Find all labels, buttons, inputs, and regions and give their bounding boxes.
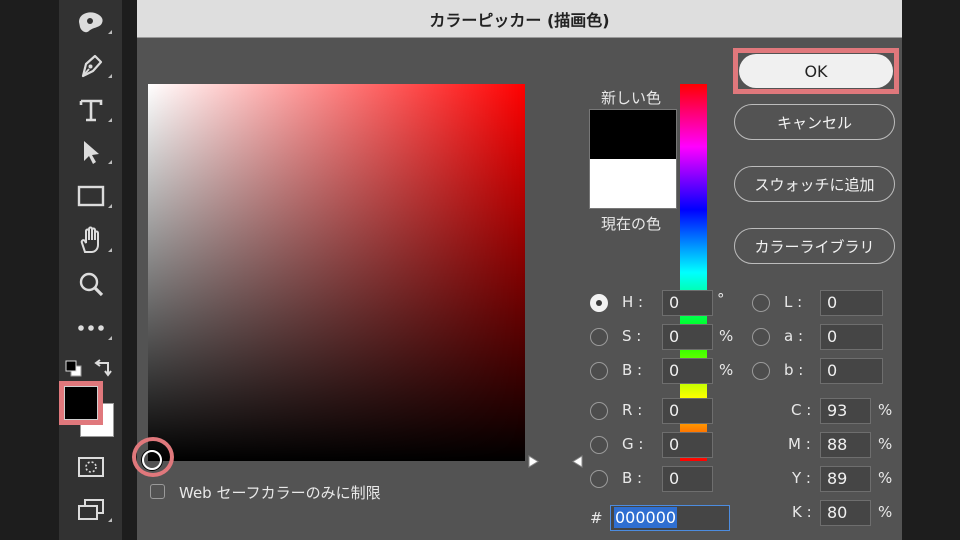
web-safe-checkbox[interactable] [150,484,165,499]
magenta-input[interactable]: 88 [820,432,871,458]
current-color-preview[interactable] [589,159,677,209]
label-brightness: B : [622,361,643,379]
cancel-button-label: キャンセル [776,113,852,132]
label-red: R : [622,401,643,419]
ok-button-label: OK [804,61,828,81]
unit-magenta: % [878,435,893,453]
dialog-titlebar: カラーピッカー (描画色) [137,0,902,38]
new-color-label: 新しい色 [601,89,662,107]
default-colors-icon [65,360,82,377]
hand-icon [80,226,99,253]
cursor-highlight [132,437,174,477]
radio-saturation[interactable] [590,328,608,346]
lightness-input[interactable]: 0 [820,290,883,316]
pen-icon [81,54,102,78]
color-picker-dialog: カラーピッカー (描画色) 新しい色 現在の色 OK キャンセル スウォッチに追… [132,0,902,540]
color-libraries-button[interactable]: カラーライブラリ [734,228,895,264]
zoom-icon [79,272,103,297]
tools-panel [59,0,122,540]
unit-hue: ° [717,290,725,308]
unit-yellow: % [878,469,893,487]
smudge-tool[interactable] [59,2,122,42]
a-input[interactable]: 0 [820,324,883,350]
quick-mask-icon [77,457,104,477]
hex-label: # [590,509,603,527]
hex-input[interactable]: 000000 [610,505,730,531]
quick-mask-button[interactable] [59,447,122,487]
unit-cyan: % [878,401,893,419]
yellow-input[interactable]: 89 [820,466,871,492]
foreground-color-swatch[interactable] [64,386,98,420]
hue-input[interactable]: 0 [662,290,713,316]
radio-a[interactable] [752,328,770,346]
label-black: K : [792,503,812,521]
label-magenta: M : [788,435,811,453]
color-libraries-label: カラーライブラリ [754,237,875,256]
dialog-title: カラーピッカー (描画色) [429,10,610,30]
path-selection-icon [83,141,99,164]
radio-hue[interactable] [590,294,608,312]
radio-brightness[interactable] [590,362,608,380]
radio-blue[interactable] [590,470,608,488]
radio-red[interactable] [590,402,608,420]
rectangle-icon [77,185,104,207]
cancel-button[interactable]: キャンセル [734,104,895,140]
default-colors-button[interactable] [65,360,83,378]
swap-arrows-icon [94,359,112,377]
hue-slider-left-handle[interactable] [526,455,540,468]
unit-black: % [878,503,893,521]
hue-slider-right-handle[interactable] [571,455,585,468]
label-hue: H : [622,293,644,311]
more-icon [77,325,104,331]
label-green: G : [622,435,644,453]
screen-mode-button[interactable] [59,490,122,530]
smudge-icon [78,12,103,33]
swap-colors-button[interactable] [93,359,113,379]
radio-b[interactable] [752,362,770,380]
add-to-swatches-button[interactable]: スウォッチに追加 [734,166,895,202]
unit-saturation: % [719,327,734,345]
new-color-preview [589,109,677,159]
green-input[interactable]: 0 [662,432,713,458]
color-field[interactable] [148,84,525,461]
pen-tool[interactable] [59,46,122,86]
unit-brightness: % [719,361,734,379]
hex-value: 000000 [614,507,678,528]
label-blue: B : [622,469,643,487]
radio-green[interactable] [590,436,608,454]
b-input[interactable]: 0 [820,358,883,384]
web-safe-label: Web セーフカラーのみに制限 [179,484,381,502]
type-icon [79,99,102,122]
type-tool[interactable] [59,90,122,130]
radio-lightness[interactable] [752,294,770,312]
zoom-tool[interactable] [59,264,122,304]
screen-mode-icon [77,499,104,520]
saturation-input[interactable]: 0 [662,324,713,350]
blue-input[interactable]: 0 [662,466,713,492]
label-b: b : [784,361,804,379]
hand-tool[interactable] [59,220,122,260]
current-color-label: 現在の色 [601,215,662,233]
path-selection-tool[interactable] [59,132,122,172]
ok-button[interactable]: OK [739,54,893,88]
black-input[interactable]: 80 [820,500,871,526]
label-lightness: L : [784,293,803,311]
label-cyan: C : [791,401,812,419]
rectangle-tool[interactable] [59,176,122,216]
label-yellow: Y : [792,469,811,487]
cyan-input[interactable]: 93 [820,398,871,424]
more-tools-button[interactable] [59,308,122,348]
red-input[interactable]: 0 [662,398,713,424]
label-a: a : [784,327,804,345]
add-to-swatches-label: スウォッチに追加 [754,175,875,194]
label-saturation: S : [622,327,642,345]
brightness-input[interactable]: 0 [662,358,713,384]
